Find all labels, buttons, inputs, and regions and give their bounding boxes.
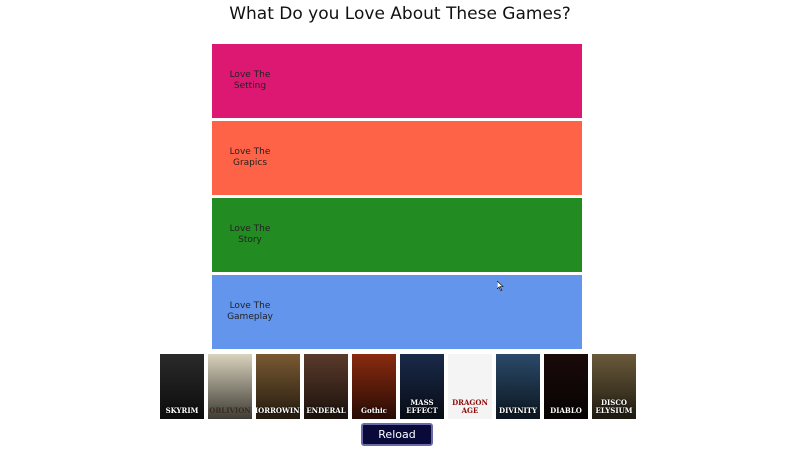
game-card-morrowind[interactable]: MORROWIND <box>256 354 300 419</box>
game-card-disco-elysium[interactable]: DISCO ELYSIUM <box>592 354 636 419</box>
tier-row-graphics[interactable]: Love The Grapics <box>212 121 582 195</box>
game-title: ENDERAL <box>306 406 346 415</box>
tier-row-story[interactable]: Love The Story <box>212 198 582 272</box>
game-card-diablo[interactable]: DIABLO <box>544 354 588 419</box>
game-title: DISCO ELYSIUM <box>595 398 633 415</box>
tier-list: Love The Setting Love The Grapics Love T… <box>212 44 582 352</box>
tier-label: Love The Gameplay <box>227 301 273 322</box>
game-title: MASS EFFECT <box>406 398 438 415</box>
tier-row-gameplay[interactable]: Love The Gameplay <box>212 275 582 349</box>
game-title: DRAGON AGE <box>452 398 488 415</box>
page-title: What Do you Love About These Games? <box>229 4 571 24</box>
game-title: Gothic <box>361 406 387 415</box>
game-card-oblivion[interactable]: OBLIVION <box>208 354 252 419</box>
games-pool: SKYRIM OBLIVION MORROWIND ENDERAL Gothic… <box>160 354 640 419</box>
game-card-mass-effect[interactable]: MASS EFFECT <box>400 354 444 419</box>
tier-label: Love The Story <box>229 224 271 245</box>
game-card-skyrim[interactable]: SKYRIM <box>160 354 204 419</box>
game-title: OBLIVION <box>209 406 251 415</box>
game-title: DIABLO <box>550 406 582 415</box>
mouse-pointer-icon <box>497 281 504 291</box>
reload-button[interactable]: Reload <box>361 423 433 446</box>
tier-label: Love The Setting <box>229 70 271 91</box>
tier-row-setting[interactable]: Love The Setting <box>212 44 582 118</box>
tier-label: Love The Grapics <box>229 147 271 168</box>
game-card-divinity[interactable]: DIVINITY <box>496 354 540 419</box>
game-card-gothic[interactable]: Gothic <box>352 354 396 419</box>
game-card-dragon-age[interactable]: DRAGON AGE <box>448 354 492 419</box>
game-card-enderal[interactable]: ENDERAL <box>304 354 348 419</box>
game-title: SKYRIM <box>165 406 199 415</box>
game-title: MORROWIND <box>256 406 300 415</box>
game-title: DIVINITY <box>499 406 537 415</box>
